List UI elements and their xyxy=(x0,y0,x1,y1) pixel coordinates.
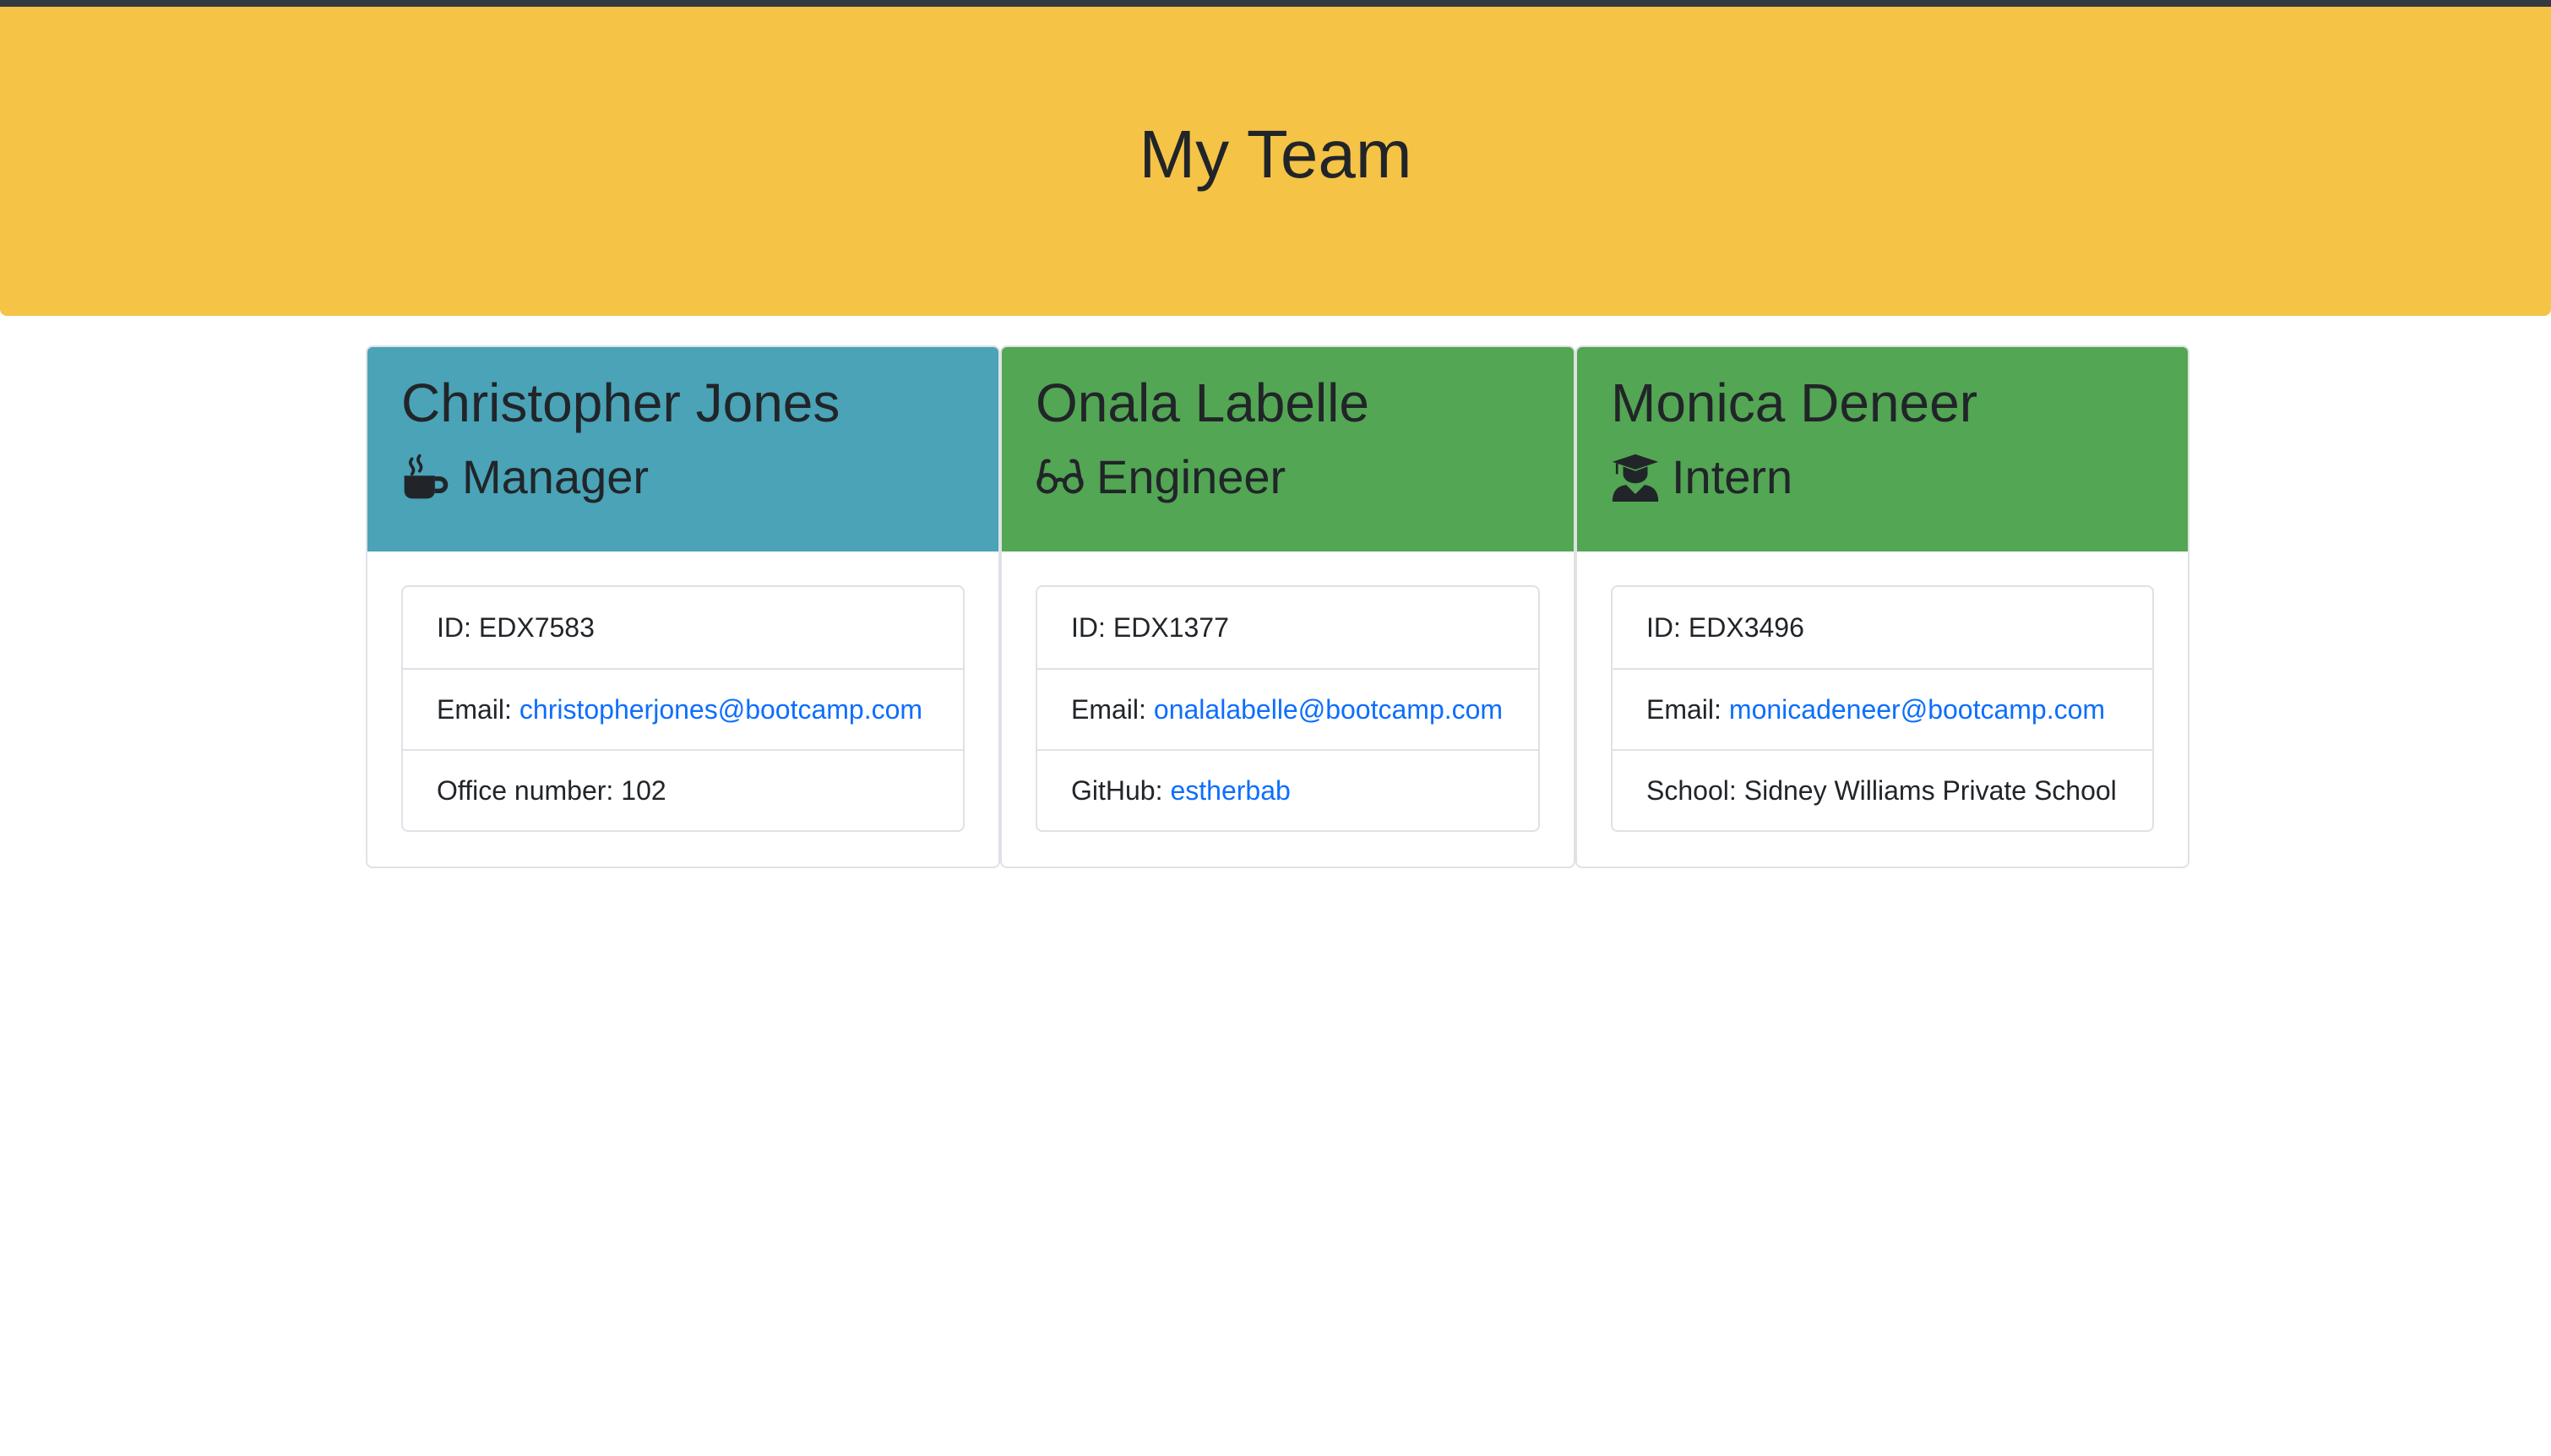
id-label: ID: xyxy=(1071,611,1106,643)
employee-name: Monica Deneer xyxy=(1611,372,1977,433)
list-item-office: Office number: 102 xyxy=(403,749,963,830)
card-header: Monica Deneer Intern xyxy=(1577,347,2188,551)
card-header: Christopher Jones Manager xyxy=(367,347,998,551)
glasses-icon xyxy=(1036,453,1085,502)
list-item-email: Email: onalalabelle@bootcamp.com xyxy=(1037,668,1538,749)
github-label: GitHub: xyxy=(1071,774,1163,806)
coffee-icon xyxy=(401,453,450,502)
employee-card-intern: Monica Deneer Intern ID: EDX3496 Email: … xyxy=(1575,345,2189,868)
email-label: Email: xyxy=(437,693,512,725)
employee-role: Manager xyxy=(401,450,965,504)
page-header: My Team xyxy=(0,7,2551,316)
email-link[interactable]: onalalabelle@bootcamp.com xyxy=(1154,694,1503,725)
office-label: Office number: xyxy=(437,774,614,806)
info-list: ID: EDX3496 Email: monicadeneer@bootcamp… xyxy=(1611,585,2154,832)
list-item-email: Email: monicadeneer@bootcamp.com xyxy=(1613,668,2152,749)
list-item-email: Email: christopherjones@bootcamp.com xyxy=(403,668,963,749)
page-title: My Team xyxy=(1139,117,1412,192)
email-label: Email: xyxy=(1071,693,1146,725)
office-number: 102 xyxy=(621,774,666,806)
email-label: Email: xyxy=(1646,693,1722,725)
employee-card-engineer: Onala Labelle Engineer ID: EDX1377 Email… xyxy=(1000,345,1575,868)
graduate-icon xyxy=(1611,453,1660,502)
role-label: Manager xyxy=(462,450,650,503)
employee-role: Intern xyxy=(1611,450,2154,504)
id-label: ID: xyxy=(1646,611,1681,643)
employee-card-manager: Christopher Jones Manager ID: EDX7583 Em… xyxy=(366,345,1000,868)
role-label: Intern xyxy=(1672,450,1793,503)
employee-name: Onala Labelle xyxy=(1036,372,1369,433)
top-border xyxy=(0,0,2551,7)
id-value: EDX1377 xyxy=(1112,611,1229,643)
employee-role: Engineer xyxy=(1036,450,1540,504)
email-link[interactable]: monicadeneer@bootcamp.com xyxy=(1729,694,2105,725)
info-list: ID: EDX1377 Email: onalalabelle@bootcamp… xyxy=(1036,585,1540,832)
role-label: Engineer xyxy=(1096,450,1286,503)
list-item-github: GitHub: estherbab xyxy=(1037,749,1538,830)
school-name: Sidney Williams Private School xyxy=(1743,774,2117,806)
school-label: School: xyxy=(1646,774,1737,806)
id-value: EDX7583 xyxy=(478,611,595,643)
list-item-id: ID: EDX3496 xyxy=(1613,587,2152,668)
github-link[interactable]: estherbab xyxy=(1170,775,1290,807)
employee-name: Christopher Jones xyxy=(401,372,840,433)
card-header: Onala Labelle Engineer xyxy=(1002,347,1574,551)
list-item-id: ID: EDX7583 xyxy=(403,587,963,668)
list-item-school: School: Sidney Williams Private School xyxy=(1613,749,2152,830)
info-list: ID: EDX7583 Email: christopherjones@boot… xyxy=(401,585,965,832)
id-value: EDX3496 xyxy=(1688,611,1804,643)
email-link[interactable]: christopherjones@bootcamp.com xyxy=(519,694,922,725)
id-label: ID: xyxy=(437,611,471,643)
list-item-id: ID: EDX1377 xyxy=(1037,587,1538,668)
